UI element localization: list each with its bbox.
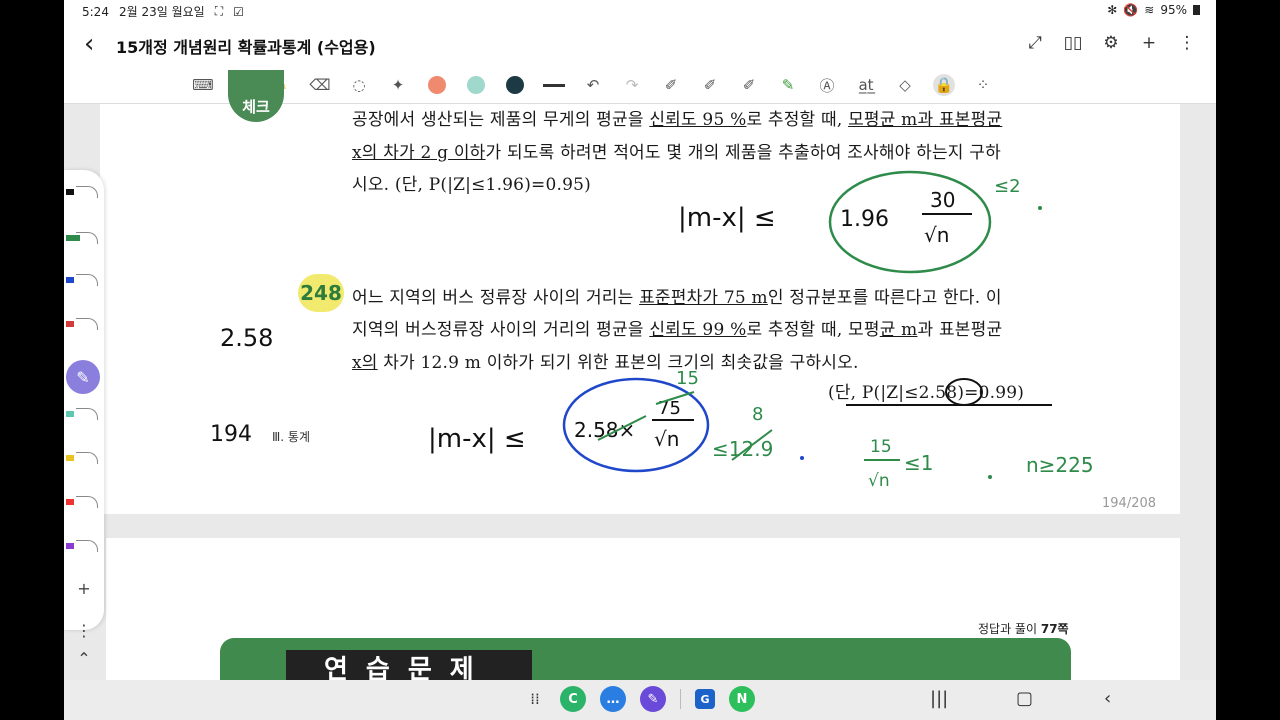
problem-prev-line1: 공장에서 생산되는 제품의 무게의 평균을 신뢰도 95 %로 추정할 때, 모… bbox=[352, 110, 1003, 130]
nav-back-icon[interactable]: ‹ bbox=[1104, 688, 1111, 709]
pen-yellow[interactable] bbox=[66, 450, 102, 466]
pen-color-icon[interactable]: ✐ bbox=[699, 74, 721, 96]
screenshot-icon: ⛶ bbox=[214, 4, 224, 18]
eraser-icon[interactable]: ⌫ bbox=[309, 74, 331, 96]
battery-icon bbox=[1193, 5, 1200, 15]
lock-icon[interactable]: 🔒 bbox=[933, 74, 955, 96]
status-date: 2월 23일 월요일 bbox=[118, 5, 205, 19]
tray-more-icon[interactable]: ⋮ bbox=[72, 618, 96, 642]
magic-select-icon[interactable]: ✦ bbox=[387, 74, 409, 96]
pen-shape-icon[interactable]: ✐ bbox=[738, 74, 760, 96]
add-pen-icon[interactable]: + bbox=[72, 576, 96, 600]
hint-underline bbox=[846, 404, 1052, 406]
document-title: 15개정 개념원리 확률과통계 (수업용) bbox=[116, 38, 376, 57]
tray-collapse-icon[interactable]: ⌃ bbox=[72, 646, 96, 670]
app-drawer-icon[interactable]: ⁞⁞ bbox=[524, 688, 546, 710]
home-icon[interactable]: ▢ bbox=[1016, 688, 1033, 709]
problem-248-line2: 지역의 버스정류장 사이의 거리의 평균을 신뢰도 99 %로 추정할 때, 모… bbox=[352, 320, 1003, 340]
app-g-icon[interactable]: G bbox=[695, 689, 715, 709]
app-naver-icon[interactable]: N bbox=[729, 686, 755, 712]
pen-blue[interactable] bbox=[66, 272, 102, 288]
shapes-icon[interactable]: ◇ bbox=[894, 74, 916, 96]
section-label: Ⅲ. 통계 bbox=[272, 430, 310, 444]
problem-248-hint: (단, P(|Z|≤2.58)=0.99) bbox=[828, 383, 1025, 403]
app-notes-icon[interactable]: ✎ bbox=[640, 686, 666, 712]
dock-divider bbox=[680, 689, 681, 709]
tablet-screen: 5:24 2월 23일 월요일 ⛶ ☑ ✻ 🔇 ≋ 95% ‹ 15개정 개념원… bbox=[64, 0, 1216, 720]
text-box-icon[interactable]: a̲t̲ bbox=[855, 74, 877, 96]
problem-248-line1: 어느 지역의 버스 정류장 사이의 거리는 표준편차가 75 m인 정규분포를 … bbox=[352, 288, 1002, 308]
pen-black[interactable] bbox=[66, 184, 102, 200]
pen-red-2[interactable] bbox=[66, 494, 102, 510]
page-settings-icon[interactable]: ⚙ bbox=[1100, 32, 1122, 54]
book-view-icon[interactable]: ▯▯ bbox=[1062, 32, 1084, 54]
status-time: 5:24 bbox=[82, 4, 109, 19]
battery-level: 95% bbox=[1160, 3, 1187, 17]
back-icon[interactable]: ‹ bbox=[84, 30, 94, 58]
pen-red[interactable] bbox=[66, 316, 102, 332]
system-nav-bar: ⁞⁞ C … ✎ G N ||| ▢ ‹ bbox=[64, 680, 1216, 720]
recents-icon[interactable]: ||| bbox=[930, 688, 948, 709]
add-icon[interactable]: + bbox=[1138, 32, 1160, 54]
problem-prev-line3: 시오. (단, P(|Z|≤1.96)=0.95) bbox=[352, 175, 591, 195]
keyboard-icon[interactable]: ⌨ bbox=[192, 74, 214, 96]
page-counter: 194/208 bbox=[1102, 496, 1157, 511]
pen-purple-active[interactable]: ✎ bbox=[66, 360, 100, 394]
color-swatch-mint[interactable] bbox=[465, 74, 487, 96]
more-tools-icon[interactable]: ⁘ bbox=[972, 74, 994, 96]
lasso-icon[interactable]: ◌ bbox=[348, 74, 370, 96]
check-icon: ☑ bbox=[233, 4, 244, 19]
mute-icon: 🔇 bbox=[1123, 3, 1139, 17]
page-number: 194 bbox=[210, 422, 252, 447]
pen-green[interactable] bbox=[66, 230, 102, 246]
bluetooth-icon: ✻ bbox=[1107, 3, 1118, 17]
pen-mint[interactable] bbox=[66, 406, 102, 422]
app-messages-icon[interactable]: … bbox=[600, 686, 626, 712]
exercise-heading: 연습문제 bbox=[286, 650, 532, 680]
undo-icon[interactable]: ↶ bbox=[582, 74, 604, 96]
color-swatch-coral[interactable] bbox=[426, 74, 448, 96]
expand-icon[interactable]: ⤢ bbox=[1024, 32, 1046, 54]
green-pen-icon[interactable]: ✎ bbox=[777, 74, 799, 96]
app-c-icon[interactable]: C bbox=[560, 686, 586, 712]
more-menu-icon[interactable]: ⋮ bbox=[1176, 32, 1198, 54]
text-style-icon[interactable]: Ⓐ bbox=[816, 74, 838, 96]
stroke-width-icon[interactable] bbox=[543, 74, 565, 96]
color-swatch-navy[interactable] bbox=[504, 74, 526, 96]
pen-settings-icon[interactable]: ✐ bbox=[660, 74, 682, 96]
answer-reference: 정답과 풀이 77쪽 bbox=[978, 622, 1069, 636]
problem-248-line3: x의 차가 12.9 m 이하가 되기 위한 표본의 크기의 최솟값을 구하시오… bbox=[352, 353, 859, 373]
pen-tray: ✎ + ⋮ ⌃ bbox=[64, 170, 104, 668]
pen-violet[interactable] bbox=[66, 538, 102, 554]
problem-prev-line2: x의 차가 2 g 이하가 되도록 하려면 적어도 몇 개의 제품을 추출하여 … bbox=[352, 143, 1001, 163]
status-bar: 5:24 2월 23일 월요일 ⛶ ☑ ✻ 🔇 ≋ 95% bbox=[64, 0, 1216, 22]
wifi-icon: ≋ bbox=[1144, 3, 1155, 17]
document-page bbox=[100, 104, 1180, 514]
redo-icon[interactable]: ↷ bbox=[621, 74, 643, 96]
problem-number-badge: 248 bbox=[298, 274, 344, 312]
app-bar: ‹ 15개정 개념원리 확률과통계 (수업용) ⤢ ▯▯ ⚙ + ⋮ bbox=[64, 22, 1216, 68]
